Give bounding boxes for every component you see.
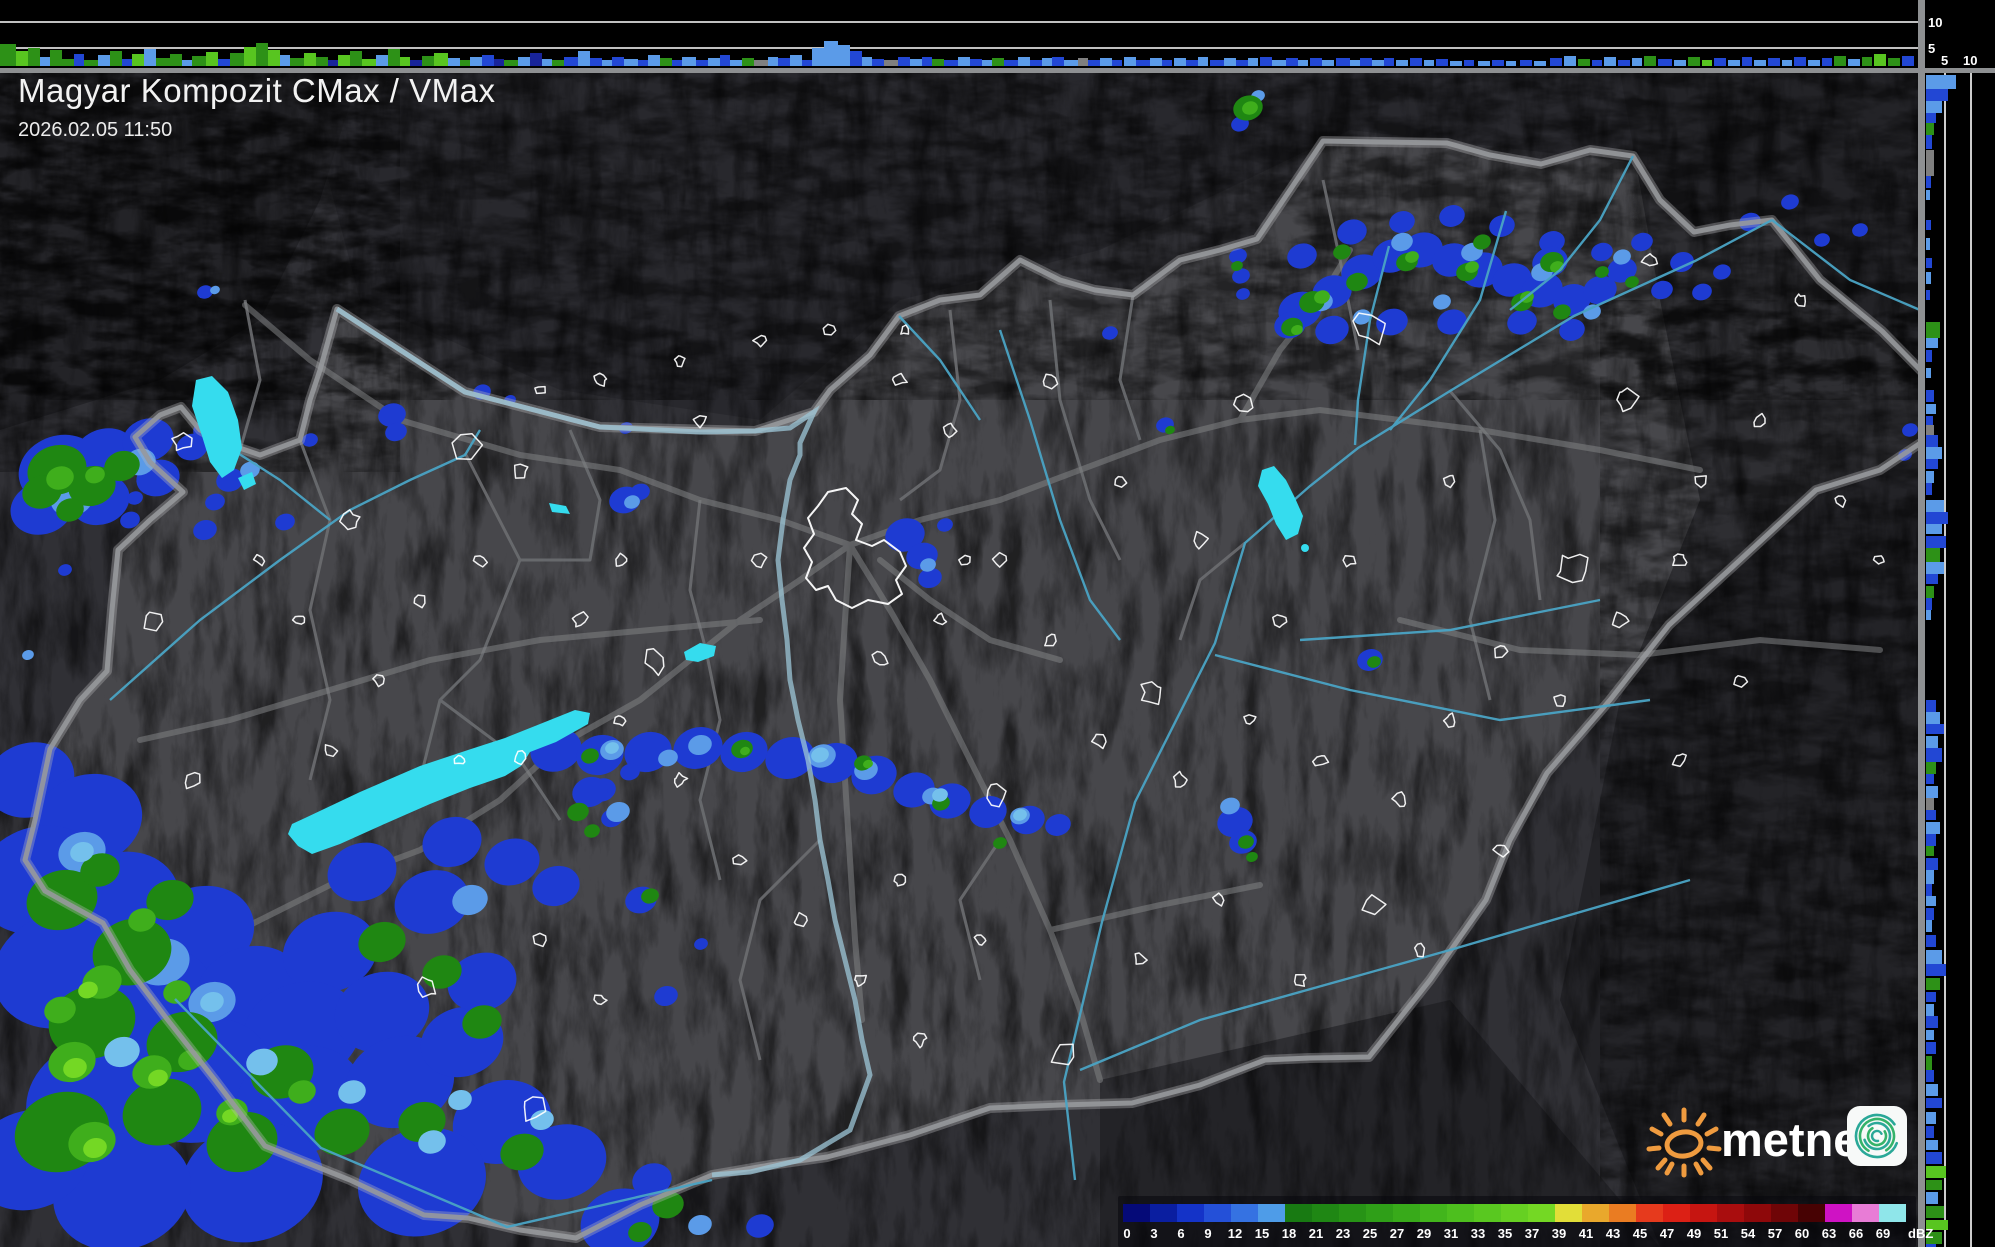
scale-cell <box>1555 1204 1582 1222</box>
scale-tick-label: 23 <box>1336 1226 1350 1241</box>
reflectivity-scale-bar <box>1123 1204 1906 1222</box>
scale-tick-label: 54 <box>1741 1226 1755 1241</box>
scale-tick-label: 69 <box>1876 1226 1890 1241</box>
scale-cell <box>1609 1204 1636 1222</box>
scale-tick-label: 63 <box>1822 1226 1836 1241</box>
right-profile-panel <box>1925 73 1995 1247</box>
scale-unit-label: dBZ <box>1908 1226 1933 1241</box>
scale-cell <box>1825 1204 1852 1222</box>
scale-tick-label: 6 <box>1177 1226 1184 1241</box>
scale-tick-label: 25 <box>1363 1226 1377 1241</box>
scale-cell <box>1339 1204 1366 1222</box>
scale-tick-label: 66 <box>1849 1226 1863 1241</box>
page-title: Magyar Kompozit CMax / VMax <box>18 72 495 110</box>
scale-tick-label: 49 <box>1687 1226 1701 1241</box>
scale-cell <box>1690 1204 1717 1222</box>
scale-cell <box>1663 1204 1690 1222</box>
scale-cell <box>1771 1204 1798 1222</box>
scale-cell <box>1744 1204 1771 1222</box>
scale-cell <box>1501 1204 1528 1222</box>
title-block: Magyar Kompozit CMax / VMax 2026.02.05 1… <box>18 72 495 142</box>
scale-tick-label: 15 <box>1255 1226 1269 1241</box>
scale-tick-label: 33 <box>1471 1226 1485 1241</box>
scale-cell <box>1204 1204 1231 1222</box>
scale-cell <box>1177 1204 1204 1222</box>
scale-cell <box>1474 1204 1501 1222</box>
panel-separator-vertical <box>1918 0 1925 1247</box>
scale-tick-label: 39 <box>1552 1226 1566 1241</box>
scale-tick-label: 12 <box>1228 1226 1242 1241</box>
scale-cell <box>1420 1204 1447 1222</box>
scale-cell <box>1312 1204 1339 1222</box>
timestamp: 2026.02.05 11:50 <box>18 119 495 142</box>
scale-cell <box>1582 1204 1609 1222</box>
metnet-logo: metnet <box>1645 1098 1915 1188</box>
profile-axis-corner: 10 5 5 10 <box>1925 0 1995 68</box>
scale-tick-label: 57 <box>1768 1226 1782 1241</box>
scale-tick-label: 35 <box>1498 1226 1512 1241</box>
scale-cell <box>1879 1204 1906 1222</box>
right-axis-label-5: 5 <box>1941 54 1948 67</box>
scale-cell <box>1636 1204 1663 1222</box>
scale-tick-label: 18 <box>1282 1226 1296 1241</box>
scale-cell <box>1717 1204 1744 1222</box>
scale-tick-label: 31 <box>1444 1226 1458 1241</box>
scale-tick-label: 0 <box>1123 1226 1130 1241</box>
top-profile-panel <box>0 0 1918 68</box>
reflectivity-scale-labels: 0369121518212325272931333537394143454749… <box>1123 1224 1913 1242</box>
scale-tick-label: 41 <box>1579 1226 1593 1241</box>
scale-cell <box>1852 1204 1879 1222</box>
right-axis-label-10: 10 <box>1963 54 1977 67</box>
scale-cell <box>1123 1204 1150 1222</box>
scale-tick-label: 51 <box>1714 1226 1728 1241</box>
scale-tick-label: 37 <box>1525 1226 1539 1241</box>
scale-tick-label: 9 <box>1204 1226 1211 1241</box>
top-axis-label-10: 10 <box>1928 16 1942 29</box>
scale-tick-label: 47 <box>1660 1226 1674 1241</box>
scale-cell <box>1258 1204 1285 1222</box>
scale-cell <box>1798 1204 1825 1222</box>
scale-tick-label: 43 <box>1606 1226 1620 1241</box>
scale-tick-label: 29 <box>1417 1226 1431 1241</box>
sun-icon <box>1645 1102 1723 1182</box>
scale-cell <box>1285 1204 1312 1222</box>
scale-cell <box>1447 1204 1474 1222</box>
reflectivity-scale: 0369121518212325272931333537394143454749… <box>1118 1196 1916 1247</box>
top-axis-label-5: 5 <box>1928 42 1935 55</box>
scale-tick-label: 21 <box>1309 1226 1323 1241</box>
scale-cell <box>1393 1204 1420 1222</box>
radar-composite-screen: 10 5 5 10 Magyar Kompozit CMax / VMax 20… <box>0 0 1995 1247</box>
scale-tick-label: 60 <box>1795 1226 1809 1241</box>
scale-cell <box>1528 1204 1555 1222</box>
scale-tick-label: 27 <box>1390 1226 1404 1241</box>
scale-tick-label: 45 <box>1633 1226 1647 1241</box>
metnet-app-icon <box>1847 1106 1907 1166</box>
scale-cell <box>1150 1204 1177 1222</box>
scale-cell <box>1366 1204 1393 1222</box>
scale-tick-label: 3 <box>1150 1226 1157 1241</box>
scale-cell <box>1231 1204 1258 1222</box>
hungary-radar-map <box>0 0 1995 1247</box>
